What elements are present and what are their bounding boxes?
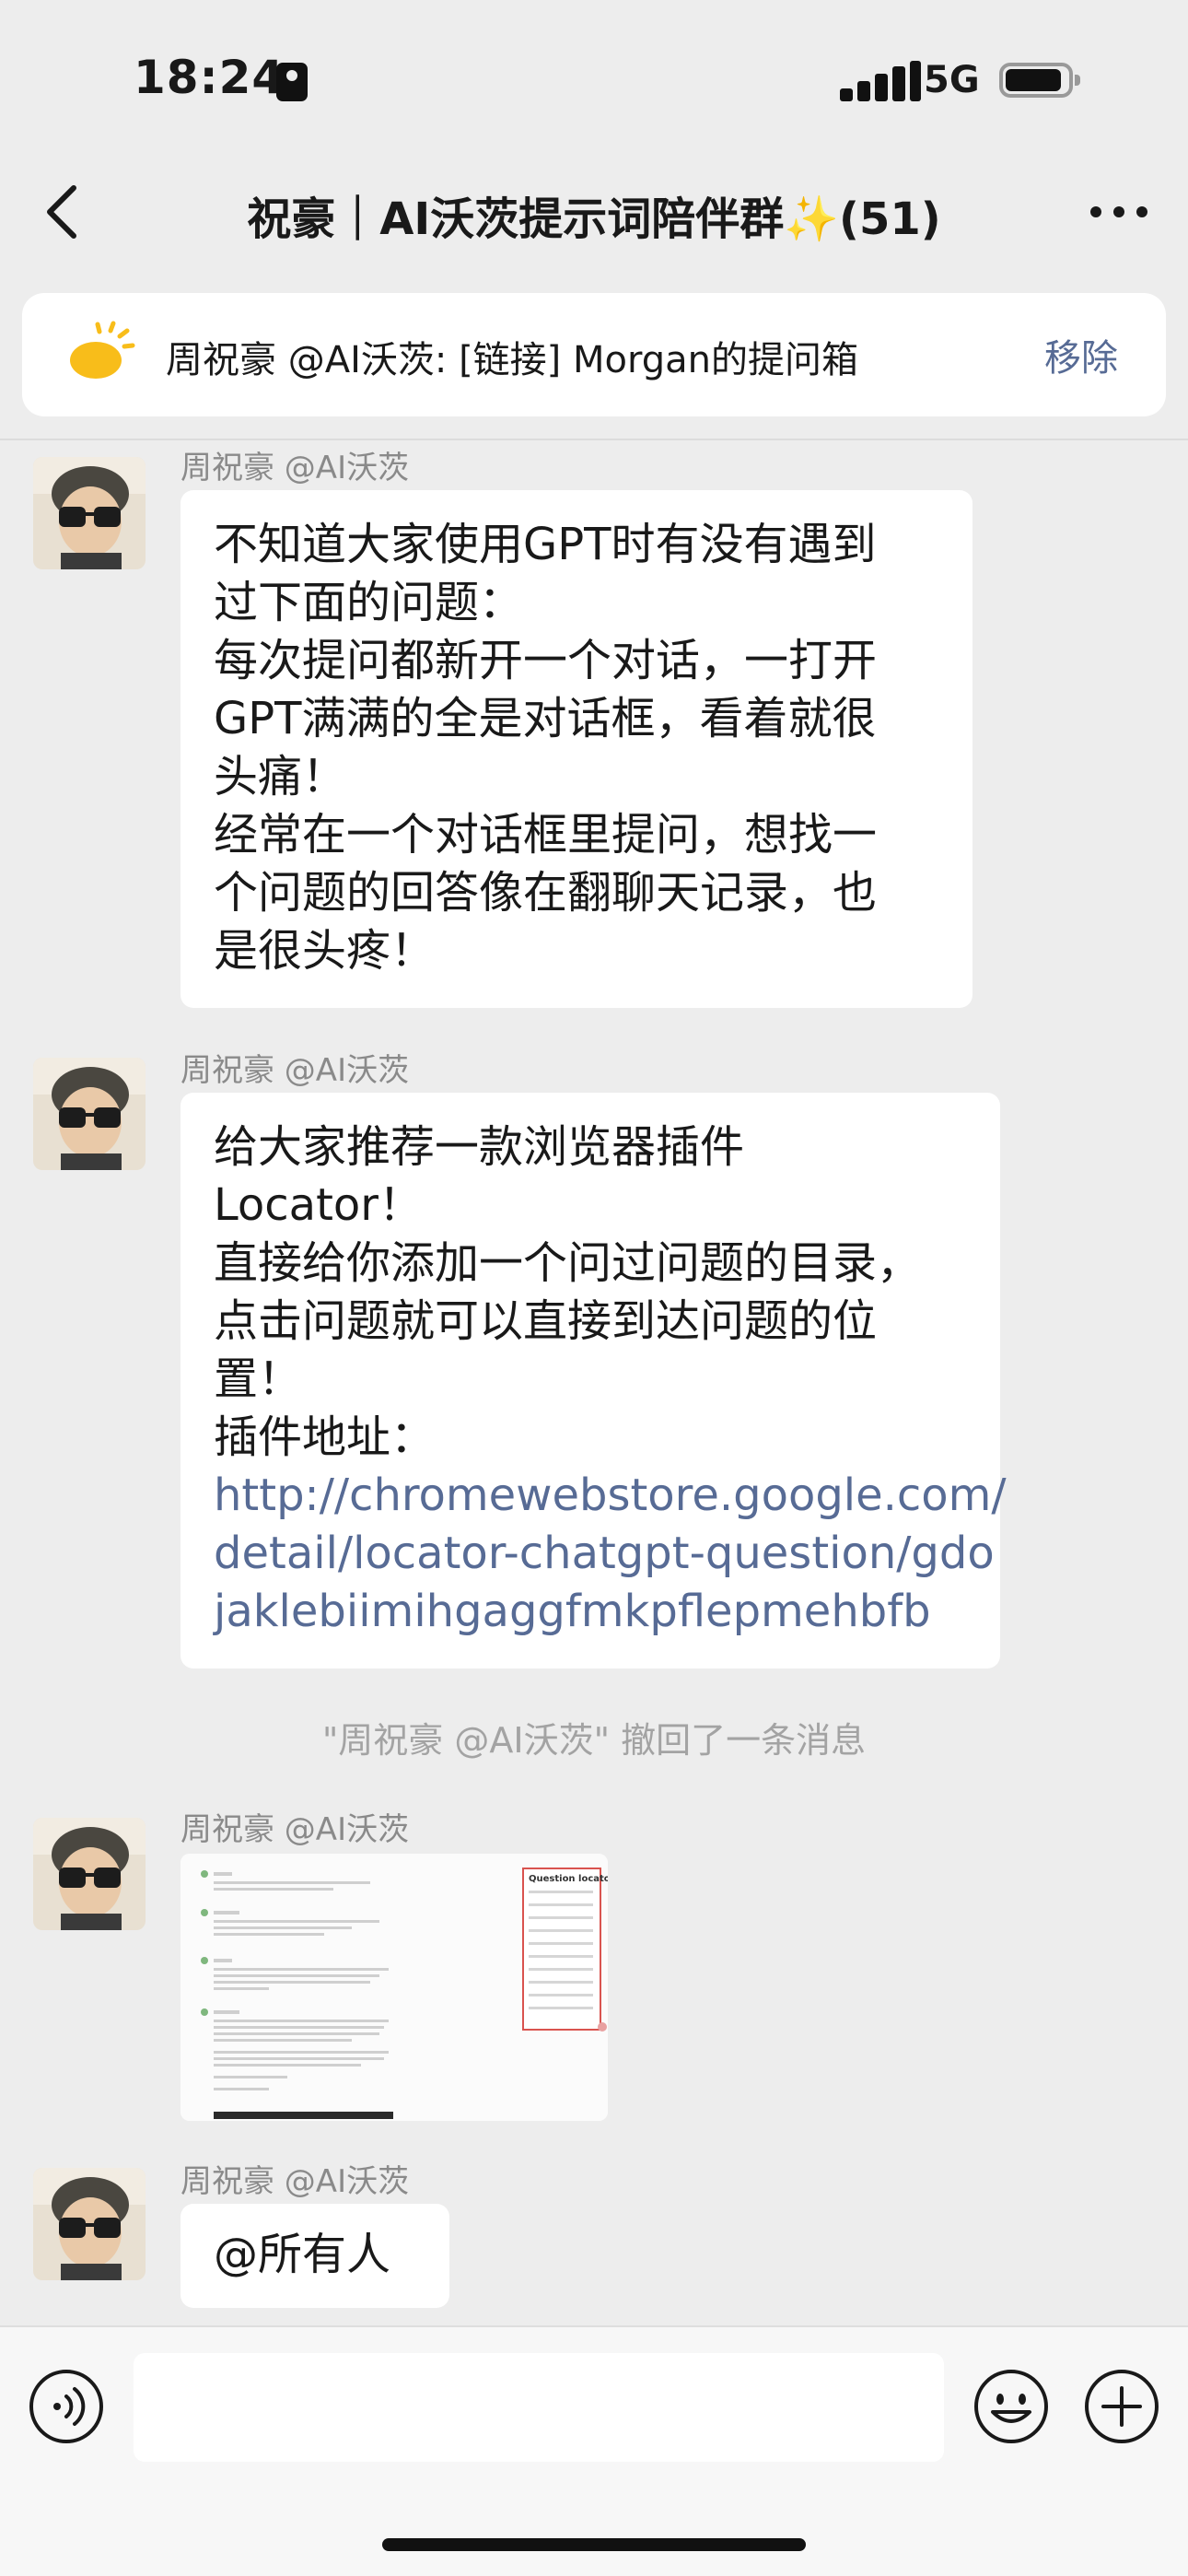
emoji-icon[interactable] (973, 2368, 1050, 2445)
avatar-image (33, 457, 146, 569)
message-text-line: 插件地址： (214, 1411, 436, 1463)
more-button[interactable] (1077, 175, 1160, 249)
message-text-line: 不知道大家使用GPT时有没有遇到 (214, 519, 877, 570)
network-label: 5G (924, 59, 980, 101)
back-button[interactable] (28, 175, 101, 249)
divider (0, 439, 1188, 440)
screenshot-thumbnail: Question locator (181, 1854, 608, 2121)
avatar-image (33, 1818, 146, 1930)
image-message[interactable]: Question locator (181, 1854, 608, 2121)
signal-icon (840, 61, 923, 101)
message-text-line: 是很头疼！ (214, 925, 436, 977)
avatar[interactable] (33, 2168, 146, 2280)
battery-icon (999, 63, 1080, 98)
message-text-line: 给大家推荐一款浏览器插件 (214, 1121, 745, 1173)
message-text-line: 点击问题就可以直接到达问题的位 (214, 1295, 878, 1347)
message-text-line: 头痛！ (214, 751, 347, 802)
home-indicator[interactable] (382, 2538, 806, 2551)
sender-name: 周祝豪 @AI沃茨 (181, 1052, 410, 1089)
thumbnail-caption: Question locator (529, 1874, 608, 1884)
sender-name: 周祝豪 @AI沃茨 (181, 450, 410, 486)
sun-icon (70, 321, 135, 379)
chevron-left-icon (47, 185, 76, 239)
message-bubble[interactable]: @所有人 (181, 2204, 449, 2308)
orientation-lock-icon (276, 63, 308, 101)
plus-icon[interactable] (1083, 2368, 1160, 2445)
message-bubble[interactable]: 给大家推荐一款浏览器插件 Locator！ 直接给你添加一个问过问题的目录， 点… (181, 1093, 1007, 1669)
recall-notice: "周祝豪 @AI沃茨" 撤回了一条消息 (321, 1720, 867, 1761)
avatar[interactable] (33, 1818, 146, 1930)
message-text-line: 每次提问都新开一个对话，一打开 (214, 635, 878, 686)
message-text-line: GPT满满的全是对话框，看着就很 (214, 693, 877, 744)
plugin-link[interactable]: http://chromewebstore.google.com/ (214, 1467, 1007, 1525)
banner-text: 周祝豪 @AI沃茨: [链接] Morgan的提问箱 (166, 339, 858, 381)
message-text-line: 个问题的回答像在翻聊天记录，也 (214, 867, 878, 919)
status-bar: 18:24 5G (0, 0, 1188, 157)
pinned-banner[interactable]: 周祝豪 @AI沃茨: [链接] Morgan的提问箱 移除 (22, 293, 1166, 416)
plugin-link[interactable]: detail/locator-chatgpt-question/gdo (214, 1525, 995, 1583)
message-bubble[interactable]: 不知道大家使用GPT时有没有遇到 过下面的问题： 每次提问都新开一个对话，一打开… (181, 490, 973, 1008)
status-time: 18:24 (134, 51, 285, 104)
plugin-link[interactable]: jaklebiimihgaggfmkpflepmehbfb (214, 1583, 967, 1641)
banner-remove-button[interactable]: 移除 (1044, 328, 1118, 381)
avatar[interactable] (33, 457, 146, 569)
more-dots-icon (1090, 206, 1147, 217)
chat-title: 祝豪｜AI沃茨提示词陪伴群✨(51) (247, 193, 941, 245)
avatar-image (33, 2168, 146, 2280)
avatar[interactable] (33, 1058, 146, 1170)
message-text-line: 直接给你添加一个问过问题的目录， (214, 1237, 922, 1289)
sender-name: 周祝豪 @AI沃茨 (181, 1811, 410, 1848)
nav-bar: 祝豪｜AI沃茨提示词陪伴群✨(51) (0, 157, 1188, 267)
message-input[interactable] (134, 2353, 944, 2462)
voice-icon[interactable] (28, 2368, 105, 2445)
message-text-line: 过下面的问题： (214, 577, 524, 628)
sender-name: 周祝豪 @AI沃茨 (181, 2163, 410, 2200)
message-text-line: @所有人 (214, 2229, 391, 2280)
message-text-line: 经常在一个对话框里提问，想找一 (214, 809, 878, 861)
avatar-image (33, 1058, 146, 1170)
message-text-line: Locator！ (214, 1179, 423, 1231)
message-text-line: 置！ (214, 1353, 303, 1405)
